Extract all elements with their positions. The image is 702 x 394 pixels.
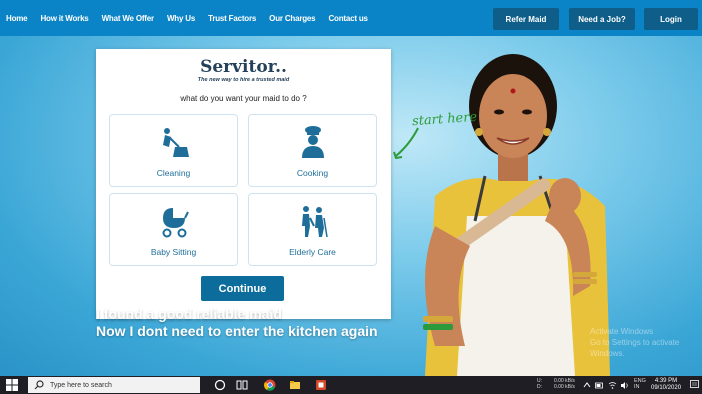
testimonial-line-2: Now I dont need to enter the kitchen aga…	[96, 323, 378, 339]
arrow-icon	[393, 127, 419, 160]
net-down-label: D:	[537, 384, 542, 390]
login-button[interactable]: Login	[644, 8, 698, 30]
search-icon	[34, 380, 44, 390]
network-speed-labels: U: D:	[537, 378, 542, 390]
region-code: IN	[634, 384, 640, 390]
wifi-icon[interactable]	[608, 381, 617, 390]
continue-button[interactable]: Continue	[201, 276, 284, 301]
taskbar-clock[interactable]: 4:39 PM 09/10/2020	[651, 378, 681, 392]
nav-links: Home How it Works What We Offer Why Us T…	[0, 0, 374, 36]
service-tile-baby-sitting[interactable]: Baby Sitting	[109, 193, 238, 266]
service-tile-elderly-care[interactable]: Elderly Care	[248, 193, 377, 266]
nav-how-it-works[interactable]: How it Works	[40, 14, 88, 23]
service-card: Servitor.. The new way to hire a trusted…	[96, 49, 391, 319]
broom-icon	[162, 128, 189, 157]
need-a-job-button[interactable]: Need a Job?	[569, 8, 635, 30]
windows-start-icon[interactable]	[6, 379, 18, 391]
service-tile-cooking[interactable]: Cooking	[248, 114, 377, 187]
windows-taskbar: Type here to search U: D: 0.00 kB/s 0.00…	[0, 376, 702, 394]
service-question: what do you want your maid to do ?	[180, 94, 307, 103]
testimonial-line-1: I found a good reliable maid	[96, 306, 282, 322]
nav-contact-us[interactable]: Contact us	[328, 14, 368, 23]
cortana-icon[interactable]	[214, 379, 226, 391]
brand-title: Servitor..	[200, 57, 287, 77]
chef-icon	[301, 126, 324, 158]
nav-what-we-offer[interactable]: What We Offer	[102, 14, 155, 23]
clock-time: 4:39 PM	[654, 378, 678, 384]
watermark-line-1: Activate Windows	[590, 327, 654, 336]
clock-date: 09/10/2020	[651, 385, 682, 391]
tile-label: Baby Sitting	[150, 247, 197, 257]
search-placeholder: Type here to search	[50, 381, 112, 389]
powerpoint-icon[interactable]	[315, 379, 327, 391]
watermark-line-2: Go to Settings to activate Windows.	[590, 338, 680, 358]
battery-icon[interactable]	[595, 381, 604, 390]
testimonial-text: I found a good reliable maid Now I dont …	[96, 306, 378, 340]
nav-trust-factors[interactable]: Trust Factors	[208, 14, 256, 23]
chrome-icon[interactable]	[264, 379, 276, 391]
nav-why-us[interactable]: Why Us	[167, 14, 195, 23]
tile-label: Cooking	[296, 168, 329, 178]
top-nav: Home How it Works What We Offer Why Us T…	[0, 0, 702, 36]
file-explorer-icon[interactable]	[289, 379, 301, 391]
nav-our-charges[interactable]: Our Charges	[269, 14, 315, 23]
taskbar-search-input[interactable]: Type here to search	[28, 377, 200, 393]
net-down-value: 0.00 kB/s	[554, 384, 575, 390]
brand-tagline: The new way to hire a trusted maid	[197, 77, 290, 83]
language-indicator[interactable]: ENG IN	[634, 378, 646, 390]
refer-maid-button[interactable]: Refer Maid	[493, 8, 559, 30]
service-tile-cleaning[interactable]: Cleaning	[109, 114, 238, 187]
notifications-icon[interactable]	[690, 380, 699, 390]
activate-windows-watermark: Activate Windows Go to Settings to activ…	[590, 326, 702, 359]
stroller-icon	[162, 208, 189, 238]
nav-home[interactable]: Home	[6, 14, 28, 23]
network-speed-values: 0.00 kB/s 0.00 kB/s	[554, 378, 575, 390]
elderly-icon	[301, 206, 328, 238]
tile-label: Elderly Care	[289, 247, 336, 257]
chevron-up-icon[interactable]	[583, 381, 591, 389]
task-view-icon[interactable]	[236, 379, 248, 391]
tile-label: Cleaning	[156, 168, 191, 178]
volume-icon[interactable]	[620, 381, 629, 390]
